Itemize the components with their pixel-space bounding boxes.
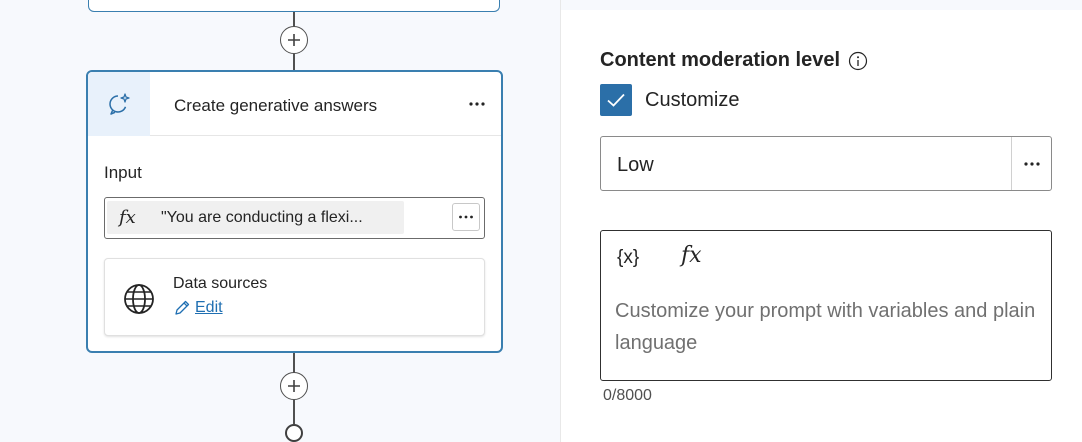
checkmark-icon [607,93,625,107]
character-counter: 0/8000 [603,387,652,404]
moderation-level-value: Low [617,154,654,176]
input-label: Input [104,163,142,182]
customize-label: Customize [645,88,740,111]
node-header: Create generative answers [88,72,501,136]
customize-checkbox[interactable] [600,84,632,116]
moderation-level-select[interactable]: Low [600,136,1052,191]
add-node-button-top[interactable] [280,26,308,54]
insert-formula-button[interactable]: fx [681,243,702,268]
edit-link-label[interactable]: Edit [195,299,223,317]
node-more-options-button[interactable] [465,92,489,116]
prompt-placeholder[interactable]: Customize your prompt with variables and… [615,295,1045,359]
formula-text: "You are conducting a flexi... [161,208,363,226]
generative-answers-node[interactable]: Create generative answers Input fx "You … [86,70,503,353]
previous-node[interactable] [88,0,500,12]
data-sources-card: Data sources Edit [104,258,485,336]
input-formula-field[interactable]: fx "You are conducting a flexi... [104,197,485,239]
formula-chip[interactable]: fx "You are conducting a flexi... [107,201,404,234]
end-circle-icon [285,424,303,442]
node-icon-container [88,72,150,136]
plus-icon [288,380,300,392]
edit-data-sources-link[interactable]: Edit [173,299,223,317]
select-more-options-button[interactable] [1011,137,1051,190]
data-sources-title: Data sources [173,275,268,292]
node-title: Create generative answers [174,96,378,115]
connector-line [293,54,295,70]
globe-icon [124,284,154,314]
properties-panel: Content moderation level Customize Low {… [560,0,1082,442]
connector-line [293,353,295,373]
insert-variable-button[interactable]: {x} [617,247,639,269]
more-horizontal-icon [1023,161,1040,166]
plus-icon [288,34,300,46]
input-more-options-button[interactable] [452,203,480,231]
authoring-canvas: Create generative answers Input fx "You … [0,0,560,442]
panel-top-strip [561,0,1082,10]
more-horizontal-icon [459,215,473,219]
content-moderation-title: Content moderation level [600,49,841,71]
content-moderation-heading: Content moderation level [600,49,868,72]
customize-checkbox-row[interactable]: Customize [600,84,739,116]
add-node-button-bottom[interactable] [280,372,308,400]
info-icon[interactable] [848,51,868,71]
custom-prompt-editor[interactable]: {x} fx Customize your prompt with variab… [600,230,1052,381]
sparkle-chat-icon [109,93,130,115]
fx-icon: fx [119,207,136,228]
pencil-icon [175,300,190,315]
connector-line [293,400,295,424]
more-horizontal-icon [469,102,485,106]
